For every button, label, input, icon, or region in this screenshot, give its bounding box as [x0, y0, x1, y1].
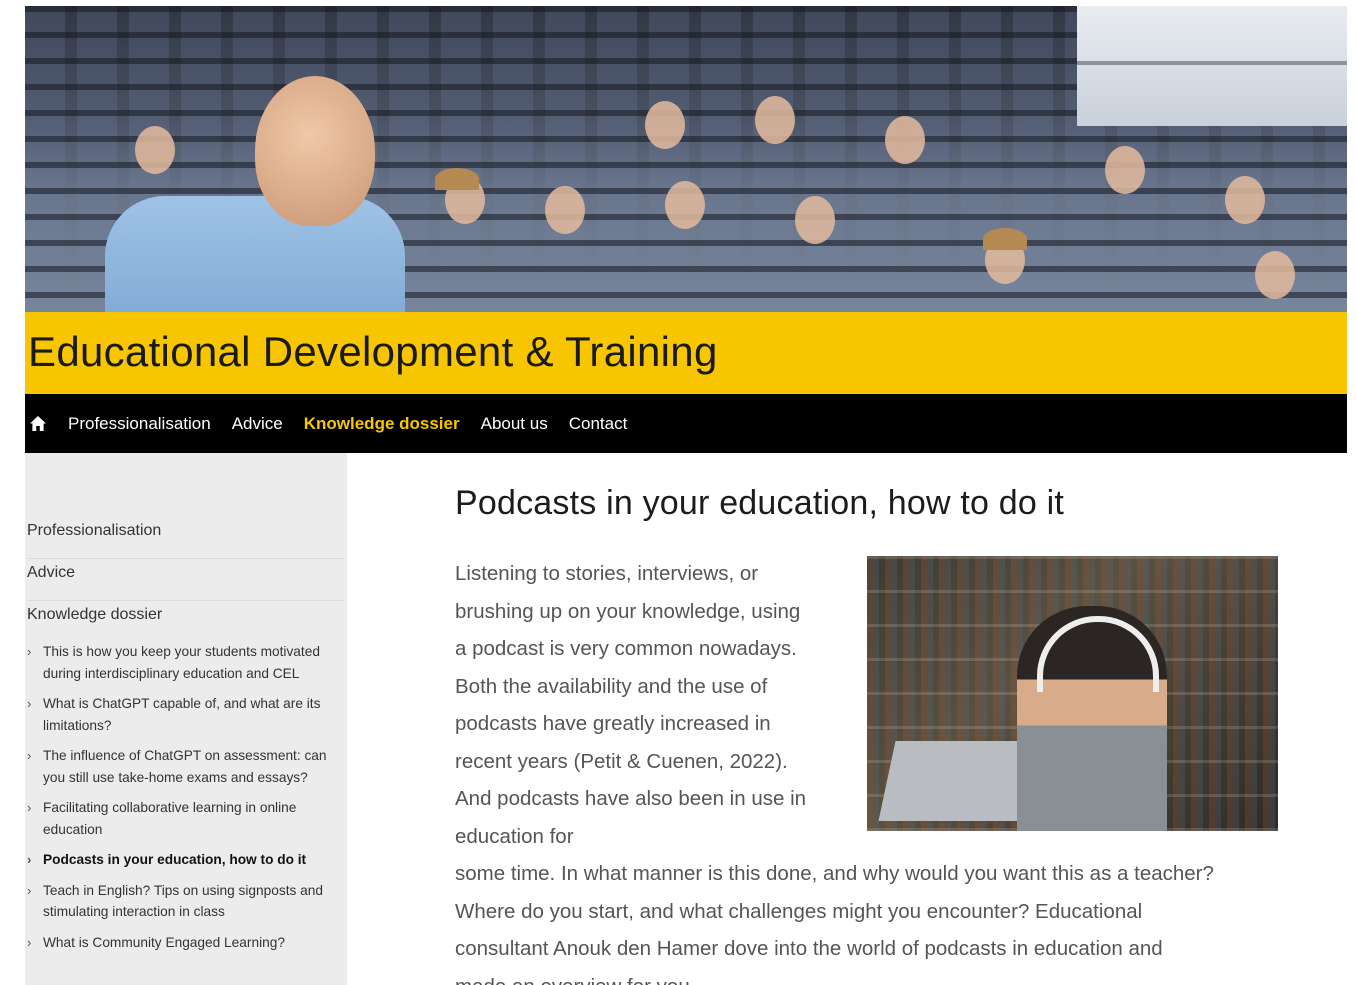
sidebar-subitem[interactable]: › Facilitating collaborative learning in … [27, 797, 347, 840]
nav-item-knowledge-dossier[interactable]: Knowledge dossier [304, 414, 460, 434]
nav-item-about-us[interactable]: About us [481, 414, 548, 434]
chevron-right-icon: › [27, 852, 32, 867]
page: Educational Development & Training Profe… [25, 6, 1347, 985]
nav-item-contact[interactable]: Contact [569, 414, 628, 434]
article-title: Podcasts in your education, how to do it [455, 484, 1065, 522]
home-icon[interactable] [27, 413, 49, 435]
chevron-right-icon: › [27, 800, 32, 815]
site-title[interactable]: Educational Development & Training [28, 328, 718, 376]
chevron-right-icon: › [27, 882, 32, 898]
sidebar-subitem[interactable]: › What is Community Engaged Learning? [27, 932, 347, 954]
sidebar-subitem[interactable]: › What is ChatGPT capable of, and what ar… [27, 693, 347, 736]
sidebar-subitem[interactable]: › This is how you keep your students moti… [27, 641, 347, 684]
article: Podcasts in your education, how to do it… [455, 484, 1315, 985]
site-banner: Educational Development & Training [25, 312, 1347, 394]
sidebar-subitem[interactable]: › Teach in English? Tips on using signpos… [27, 880, 347, 923]
lecturer [105, 196, 405, 312]
sidebar-item-professionalisation[interactable]: Professionalisation [27, 517, 345, 559]
sidebar: Professionalisation Advice Knowledge dos… [25, 453, 347, 985]
sidebar-top-menu: Professionalisation Advice Knowledge dos… [27, 517, 345, 643]
main-nav: Professionalisation Advice Knowledge dos… [25, 394, 1347, 453]
sidebar-sublist: › This is how you keep your students moti… [27, 641, 347, 962]
sidebar-item-knowledge-dossier[interactable]: Knowledge dossier [27, 601, 345, 643]
window [1077, 6, 1347, 126]
article-photo-woman-with-headphones [867, 556, 1278, 831]
chevron-right-icon: › [27, 696, 32, 711]
chevron-right-icon: › [27, 644, 32, 659]
sidebar-subitem[interactable]: › The influence of ChatGPT on assessment:… [27, 745, 347, 788]
nav-item-advice[interactable]: Advice [232, 414, 283, 434]
article-intro: Listening to stories, interviews, or bru… [455, 562, 807, 848]
chevron-right-icon: › [27, 934, 32, 950]
sidebar-item-advice[interactable]: Advice [27, 559, 345, 601]
article-body: some time. In what manner is this done, … [455, 862, 1214, 985]
chevron-right-icon: › [27, 748, 32, 763]
hero-lecture-hall-photo [25, 6, 1347, 312]
nav-item-professionalisation[interactable]: Professionalisation [68, 414, 211, 434]
sidebar-subitem-current[interactable]: › Podcasts in your education, how to do i… [27, 849, 347, 871]
